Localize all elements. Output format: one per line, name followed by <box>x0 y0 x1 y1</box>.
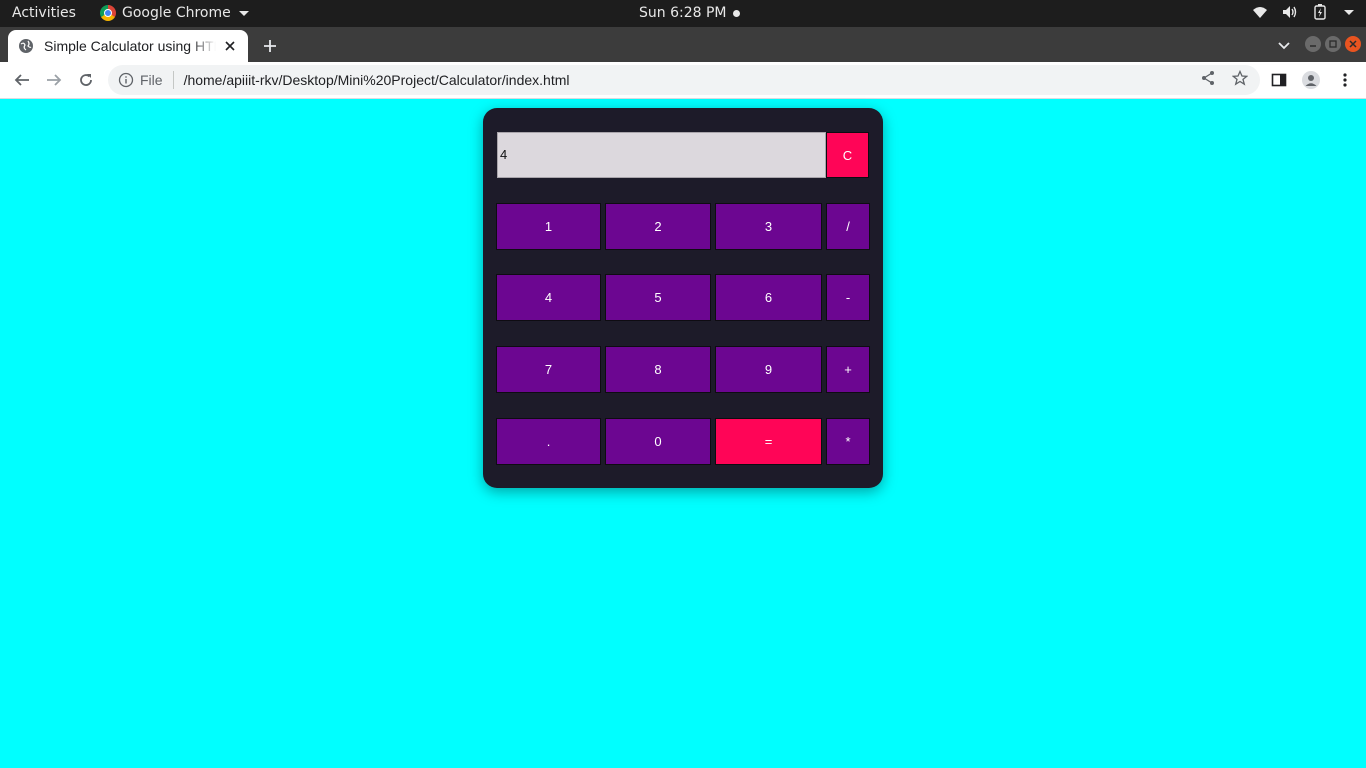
digit-5-button[interactable]: 5 <box>605 274 711 321</box>
side-panel-icon[interactable] <box>1270 71 1288 89</box>
maximize-window-icon[interactable] <box>1325 36 1341 52</box>
site-info-icon[interactable] <box>118 72 134 88</box>
profile-avatar-icon[interactable] <box>1302 71 1320 89</box>
app-menu[interactable]: Google Chrome <box>100 5 249 21</box>
subtract-button[interactable]: - <box>826 274 870 321</box>
decimal-button[interactable]: . <box>496 418 601 465</box>
chrome-logo-icon <box>100 5 116 21</box>
address-bar[interactable]: File /home/apiiit-rkv/Desktop/Mini%20Pro… <box>108 65 1260 95</box>
tab-strip: Simple Calculator using HTML <box>0 27 1366 62</box>
equals-button[interactable]: = <box>715 418 822 465</box>
clock[interactable]: Sun 6:28 PM <box>639 5 740 21</box>
digit-1-button[interactable]: 1 <box>496 203 601 250</box>
url-separator <box>172 71 174 89</box>
notification-dot-icon <box>732 9 740 17</box>
digit-7-button[interactable]: 7 <box>496 346 601 393</box>
digit-4-button[interactable]: 4 <box>496 274 601 321</box>
calculator: 4 C 1 2 3 / 4 5 6 - 7 8 9 + . 0 = * <box>483 108 883 488</box>
more-menu-icon[interactable] <box>1336 71 1354 89</box>
minimize-window-icon[interactable] <box>1305 36 1321 52</box>
volume-icon <box>1282 4 1298 20</box>
tab-search-icon[interactable] <box>1276 37 1292 53</box>
browser-toolbar: File /home/apiiit-rkv/Desktop/Mini%20Pro… <box>0 62 1366 99</box>
back-arrow-icon[interactable] <box>12 70 32 90</box>
system-menu-chevron-icon <box>1344 9 1354 15</box>
calculator-display[interactable]: 4 <box>497 132 826 178</box>
share-icon[interactable] <box>1199 69 1217 87</box>
system-top-bar: Activities Google Chrome Sun 6:28 PM <box>0 0 1366 27</box>
reload-icon[interactable] <box>76 70 96 90</box>
multiply-button[interactable]: * <box>826 418 870 465</box>
new-tab-icon[interactable] <box>260 36 280 56</box>
app-menu-label: Google Chrome <box>122 5 231 21</box>
browser-tab[interactable]: Simple Calculator using HTML <box>8 30 248 62</box>
close-tab-icon[interactable] <box>222 38 238 54</box>
digit-9-button[interactable]: 9 <box>715 346 822 393</box>
url-text[interactable]: /home/apiiit-rkv/Desktop/Mini%20Project/… <box>184 72 570 88</box>
battery-icon <box>1312 4 1328 20</box>
bookmark-star-icon[interactable] <box>1231 69 1249 87</box>
chevron-down-icon <box>238 10 249 16</box>
tab-title: Simple Calculator using HTML <box>44 38 216 54</box>
digit-2-button[interactable]: 2 <box>605 203 711 250</box>
digit-6-button[interactable]: 6 <box>715 274 822 321</box>
digit-8-button[interactable]: 8 <box>605 346 711 393</box>
wifi-icon <box>1252 4 1268 20</box>
clock-label: Sun 6:28 PM <box>639 5 727 21</box>
digit-3-button[interactable]: 3 <box>715 203 822 250</box>
globe-icon <box>18 38 34 54</box>
divide-button[interactable]: / <box>826 203 870 250</box>
clear-button[interactable]: C <box>826 132 869 178</box>
close-window-icon[interactable] <box>1345 36 1361 52</box>
digit-0-button[interactable]: 0 <box>605 418 711 465</box>
url-scheme-label: File <box>140 72 163 88</box>
system-tray[interactable] <box>1252 4 1354 20</box>
activities-button[interactable]: Activities <box>12 5 76 21</box>
forward-arrow-icon[interactable] <box>44 70 64 90</box>
add-button[interactable]: + <box>826 346 870 393</box>
